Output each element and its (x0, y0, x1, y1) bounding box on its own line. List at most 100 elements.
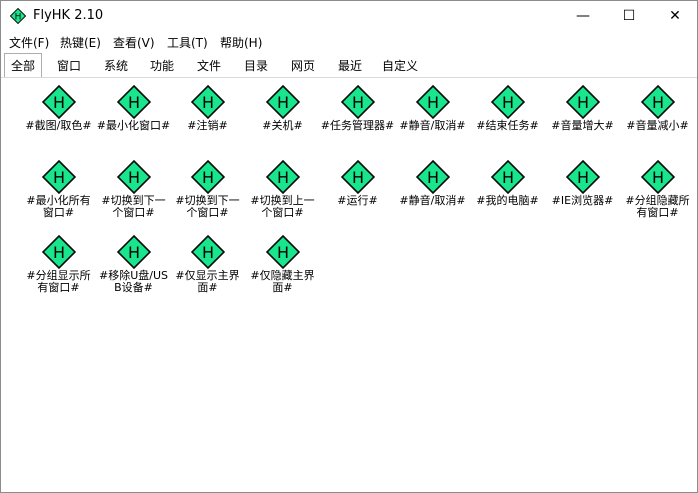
menu-bar: 文件(F) 热键(E) 查看(V) 工具(T) 帮助(H) (1, 31, 697, 51)
hotkey-label: #分组显示所有窗口# (26, 269, 91, 294)
hotkey-h-icon: H (265, 235, 300, 269)
icon-letter: H (201, 168, 213, 187)
hotkey-item[interactable]: H #切换到下一个窗口# (96, 160, 171, 219)
app-logo-icon: H (10, 8, 26, 24)
hotkey-label: #静音/取消# (399, 119, 466, 132)
hotkey-h-icon: H (565, 160, 600, 194)
hotkey-item[interactable]: H #注销# (170, 85, 245, 132)
hotkey-label: #我的电脑# (476, 194, 539, 207)
hotkey-label: #运行# (337, 194, 378, 207)
hotkey-h-icon: H (41, 235, 76, 269)
icon-letter: H (651, 93, 663, 112)
window-title: FlyHK 2.10 (33, 8, 104, 23)
hotkey-label: #注销# (187, 119, 228, 132)
menu-hotkey[interactable]: 热键(E) (60, 34, 101, 51)
hotkey-item[interactable]: H #移除U盘/USB设备# (96, 235, 171, 294)
category-tabs: 全部 窗口 系统 功能 文件 目录 网页 最近 自定义 (1, 52, 697, 78)
hotkey-item[interactable]: H #任务管理器# (320, 85, 395, 132)
hotkey-item[interactable]: H #最小化窗口# (96, 85, 171, 132)
hotkey-h-icon: H (490, 85, 525, 119)
app-window: H FlyHK 2.10 — ☐ ✕ 文件(F) 热键(E) 查看(V) 工具(… (0, 0, 698, 493)
hotkey-item[interactable]: H #仅隐藏主界面# (245, 235, 320, 294)
hotkey-item[interactable]: H #分组隐藏所有窗口# (620, 160, 695, 219)
hotkey-item[interactable]: H #切换到下一个窗口# (170, 160, 245, 219)
hotkey-item[interactable]: H #截图/取色# (21, 85, 96, 132)
hotkey-label: #仅隐藏主界面# (250, 269, 315, 294)
hotkey-item[interactable]: H #分组显示所有窗口# (21, 235, 96, 294)
icon-letter: H (276, 168, 288, 187)
hotkey-h-icon: H (41, 160, 76, 194)
icon-letter: H (276, 93, 288, 112)
tab-custom[interactable]: 自定义 (378, 55, 422, 75)
tab-all[interactable]: 全部 (4, 53, 42, 77)
hotkey-item[interactable]: H #结束任务# (470, 85, 545, 132)
maximize-icon: ☐ (622, 8, 636, 24)
menu-view[interactable]: 查看(V) (113, 34, 155, 51)
icon-letter: H (501, 93, 513, 112)
icon-letter: H (351, 93, 363, 112)
hotkey-item[interactable]: H #最小化所有窗口# (21, 160, 96, 219)
hotkey-h-icon: H (116, 85, 151, 119)
tab-function[interactable]: 功能 (143, 55, 181, 75)
hotkey-label: #切换到下一个窗口# (175, 194, 240, 219)
hotkey-label: #截图/取色# (25, 119, 92, 132)
icon-letter: H (501, 168, 513, 187)
icon-letter: H (651, 168, 663, 187)
hotkey-h-icon: H (340, 85, 375, 119)
hotkey-item[interactable]: H #音量增大# (545, 85, 620, 132)
tab-file[interactable]: 文件 (190, 55, 228, 75)
title-bar[interactable]: H FlyHK 2.10 — ☐ ✕ (1, 1, 697, 31)
hotkey-item[interactable]: H #仅显示主界面# (170, 235, 245, 294)
icon-letter: H (426, 168, 438, 187)
hotkey-h-icon: H (490, 160, 525, 194)
hotkey-item[interactable]: H #运行# (320, 160, 395, 207)
hotkey-label: #关机# (262, 119, 303, 132)
menu-file[interactable]: 文件(F) (9, 34, 49, 51)
hotkey-label: #切换到下一个窗口# (101, 194, 166, 219)
hotkey-item[interactable]: H #音量减小# (620, 85, 695, 132)
icon-letter: H (576, 168, 588, 187)
close-button[interactable]: ✕ (652, 1, 698, 31)
hotkey-item[interactable]: H #静音/取消# (395, 160, 470, 207)
icon-letter: H (127, 243, 139, 262)
hotkey-h-icon: H (415, 85, 450, 119)
icon-letter: H (576, 93, 588, 112)
hotkey-item[interactable]: H #关机# (245, 85, 320, 132)
tab-webpage[interactable]: 网页 (284, 55, 322, 75)
tab-window[interactable]: 窗口 (50, 55, 88, 75)
menu-help[interactable]: 帮助(H) (220, 34, 262, 51)
close-icon: ✕ (669, 8, 681, 24)
tab-recent[interactable]: 最近 (331, 55, 369, 75)
hotkey-h-icon: H (190, 85, 225, 119)
hotkey-grid: H #截图/取色# H #最小化窗口# H #注销# H #关机# H #任务管理器# H #静音/取… (1, 78, 697, 492)
icon-letter: H (52, 243, 64, 262)
tab-system[interactable]: 系统 (97, 55, 135, 75)
hotkey-item[interactable]: H #切换到上一个窗口# (245, 160, 320, 219)
hotkey-label: #结束任务# (476, 119, 539, 132)
menu-tools[interactable]: 工具(T) (167, 34, 208, 51)
hotkey-h-icon: H (265, 85, 300, 119)
minimize-button[interactable]: — (560, 1, 606, 31)
hotkey-h-icon: H (640, 160, 675, 194)
hotkey-label: #任务管理器# (320, 119, 395, 132)
hotkey-item[interactable]: H #静音/取消# (395, 85, 470, 132)
hotkey-h-icon: H (415, 160, 450, 194)
hotkey-label: #移除U盘/USB设备# (98, 269, 168, 294)
hotkey-item[interactable]: H #IE浏览器# (545, 160, 620, 207)
hotkey-h-icon: H (340, 160, 375, 194)
hotkey-label: #分组隐藏所有窗口# (625, 194, 690, 219)
hotkey-h-icon: H (265, 160, 300, 194)
icon-letter: H (127, 168, 139, 187)
hotkey-h-icon: H (116, 235, 151, 269)
hotkey-label: #切换到上一个窗口# (250, 194, 315, 219)
hotkey-item[interactable]: H #我的电脑# (470, 160, 545, 207)
hotkey-h-icon: H (565, 85, 600, 119)
tab-directory[interactable]: 目录 (237, 55, 275, 75)
hotkey-h-icon: H (116, 160, 151, 194)
hotkey-label: #静音/取消# (399, 194, 466, 207)
hotkey-label: #IE浏览器# (551, 194, 614, 207)
hotkey-label: #最小化窗口# (96, 119, 171, 132)
maximize-button[interactable]: ☐ (606, 1, 652, 31)
hotkey-h-icon: H (640, 85, 675, 119)
hotkey-label: #音量增大# (551, 119, 614, 132)
